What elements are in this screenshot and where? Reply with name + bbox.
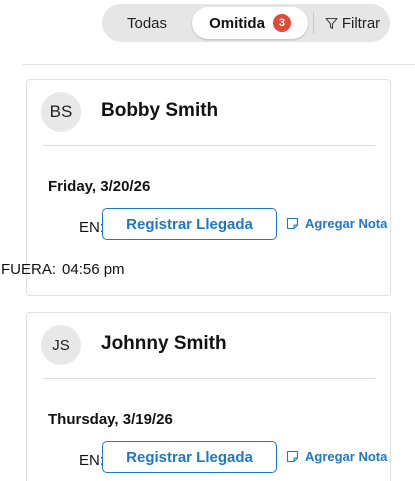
attendance-card: BS Bobby Smith Friday, 3/20/26 EN: Regis… — [1, 79, 391, 296]
tab-todas[interactable]: Todas — [102, 4, 192, 42]
tab-todas-label: Todas — [126, 14, 168, 32]
avatar-initials: JS — [52, 336, 70, 354]
tab-omitida-label: Omitida — [209, 14, 265, 32]
student-name: Bobby Smith — [101, 100, 219, 121]
attendance-date: Thursday, 3/19/26 — [48, 411, 173, 428]
note-icon — [286, 217, 299, 230]
register-arrival-button[interactable]: Registrar Llegada — [102, 441, 277, 473]
filter-segmented-control: Todas Omitida 3 Filtrar — [102, 4, 390, 42]
header-divider — [22, 64, 415, 65]
avatar: JS — [41, 325, 81, 365]
attendance-date: Friday, 3/20/26 — [48, 178, 151, 195]
card-divider — [43, 378, 375, 379]
filter-icon — [325, 17, 338, 29]
avatar-initials: BS — [49, 102, 73, 121]
check-in-label: EN: — [79, 452, 105, 469]
add-note-link[interactable]: Agregar Nota — [286, 449, 387, 464]
filter-button-label: Filtrar — [341, 14, 381, 32]
add-note-label: Agregar Nota — [305, 449, 388, 464]
student-name: Johnny Smith — [101, 333, 227, 354]
tab-omitida[interactable]: Omitida 3 — [192, 7, 308, 39]
omitida-count-badge: 3 — [272, 14, 291, 32]
note-icon — [286, 450, 299, 463]
avatar: BS — [41, 92, 81, 132]
check-out-label: FUERA: — [1, 261, 57, 278]
add-note-label: Agregar Nota — [305, 216, 388, 231]
attendance-card: JS Johnny Smith Thursday, 3/19/26 EN: Re… — [26, 312, 391, 481]
segment-divider — [313, 12, 314, 34]
check-out-time: 04:56 pm — [62, 261, 125, 278]
check-in-label: EN: — [79, 219, 105, 236]
card-divider — [43, 145, 375, 146]
filter-button[interactable]: Filtrar — [315, 4, 390, 42]
register-arrival-button[interactable]: Registrar Llegada — [102, 208, 277, 240]
check-out-row: FUERA: 04:56 pm — [1, 261, 125, 278]
add-note-link[interactable]: Agregar Nota — [286, 216, 387, 231]
